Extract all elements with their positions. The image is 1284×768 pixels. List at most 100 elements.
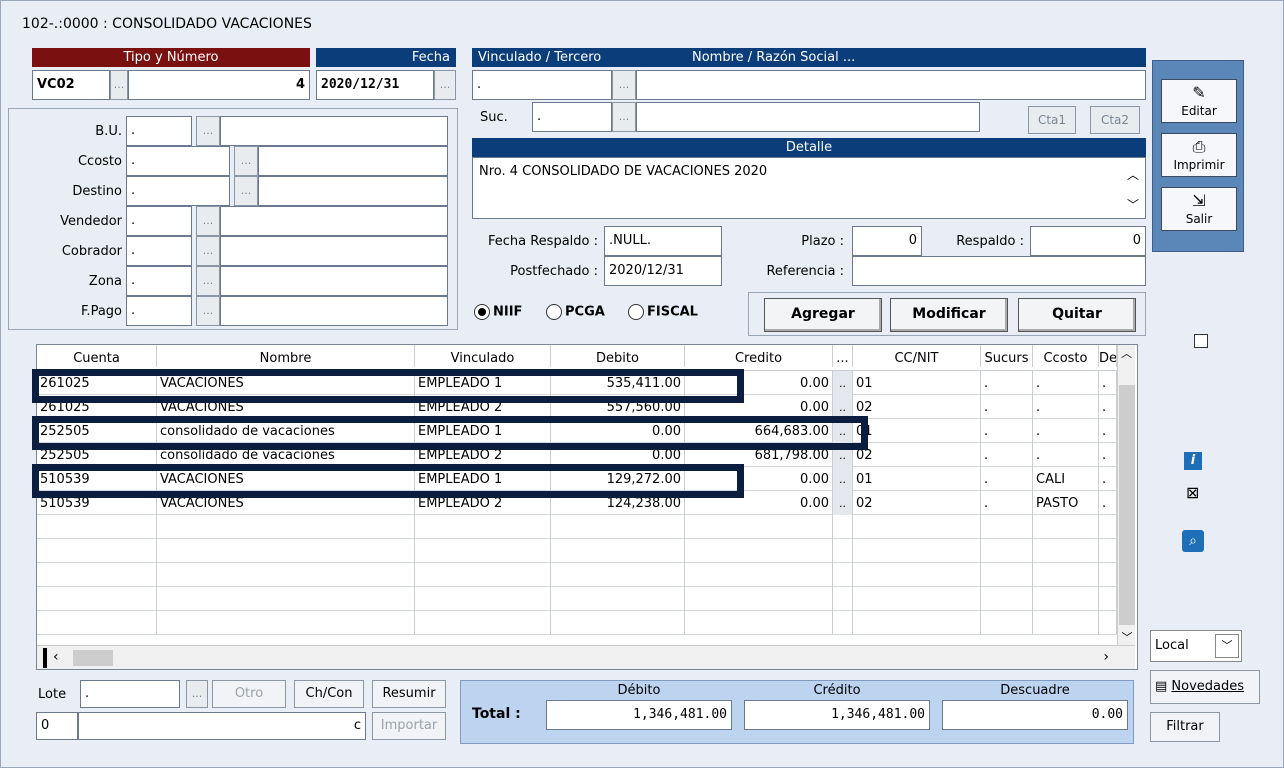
cobrador-field[interactable]: .: [126, 236, 192, 266]
cell-vinculado[interactable]: EMPLEADO 2: [415, 443, 551, 467]
empty-cell[interactable]: [685, 611, 833, 635]
vendedor-lookup-button[interactable]: ...: [196, 206, 220, 236]
editar-button[interactable]: ✎ Editar: [1161, 79, 1237, 123]
plazo-field[interactable]: 0: [852, 226, 922, 256]
col-cuenta[interactable]: Cuenta: [37, 345, 157, 367]
empty-cell[interactable]: [37, 611, 157, 635]
fecha-picker-button[interactable]: ...: [434, 70, 456, 100]
cell-nombre[interactable]: VACACIONES: [157, 395, 415, 419]
respaldo-field[interactable]: 0: [1030, 226, 1146, 256]
vendedor-description-field[interactable]: [220, 206, 448, 236]
empty-cell[interactable]: [1099, 587, 1117, 611]
empty-cell[interactable]: [551, 515, 685, 539]
empty-cell[interactable]: [981, 611, 1033, 635]
cell-ccosto[interactable]: PASTO: [1033, 491, 1099, 515]
agregar-button[interactable]: Agregar: [764, 298, 882, 332]
b-u-field[interactable]: .: [126, 116, 192, 146]
resumir-button[interactable]: Resumir: [372, 680, 446, 708]
cell-vinculado[interactable]: EMPLEADO 2: [415, 395, 551, 419]
tipo-lookup-button[interactable]: ...: [110, 70, 128, 100]
cell-nombre[interactable]: VACACIONES: [157, 491, 415, 515]
empty-cell[interactable]: [1099, 611, 1117, 635]
zona-description-field[interactable]: [220, 266, 448, 296]
empty-cell[interactable]: [551, 587, 685, 611]
cell-ccosto[interactable]: .: [1033, 371, 1099, 395]
table-row[interactable]: 252505 consolidado de vacaciones EMPLEADO …: [37, 419, 1135, 443]
empty-cell[interactable]: [685, 515, 833, 539]
empty-cell[interactable]: [1099, 515, 1117, 539]
count-field[interactable]: 0: [36, 712, 78, 740]
cell-ccnit[interactable]: 01: [853, 419, 981, 443]
empty-cell[interactable]: [1033, 515, 1099, 539]
fecha-field[interactable]: 2020/12/31: [316, 70, 434, 100]
table-row[interactable]: 252505 consolidado de vacaciones EMPLEADO …: [37, 443, 1135, 467]
vinculado-lookup-button[interactable]: ...: [612, 70, 636, 100]
scroll-up-icon[interactable]: ︿: [1118, 345, 1135, 361]
suc-name-field[interactable]: [636, 102, 980, 132]
cobrador-description-field[interactable]: [220, 236, 448, 266]
empty-cell[interactable]: [1033, 611, 1099, 635]
table-row[interactable]: [37, 539, 1135, 563]
empty-cell[interactable]: [685, 587, 833, 611]
empty-cell[interactable]: [37, 587, 157, 611]
table-row[interactable]: [37, 587, 1135, 611]
destino-description-field[interactable]: [258, 176, 448, 206]
cell-sucurs[interactable]: .: [981, 371, 1033, 395]
postfechado-field[interactable]: 2020/12/31: [604, 256, 722, 286]
empty-cell[interactable]: [415, 539, 551, 563]
lote-lookup-button[interactable]: ...: [186, 680, 208, 708]
empty-cell[interactable]: [1099, 539, 1117, 563]
empty-cell[interactable]: [833, 611, 853, 635]
cell-de[interactable]: .: [1099, 395, 1117, 419]
table-row[interactable]: [37, 515, 1135, 539]
cell-nombre[interactable]: VACACIONES: [157, 467, 415, 491]
empty-cell[interactable]: [833, 587, 853, 611]
cell-ccnit[interactable]: 01: [853, 467, 981, 491]
importar-button[interactable]: Importar: [372, 712, 446, 740]
cell-vinculado[interactable]: EMPLEADO 1: [415, 371, 551, 395]
col-de[interactable]: De: [1099, 345, 1117, 367]
cell-sucurs[interactable]: .: [981, 443, 1033, 467]
close-box-icon[interactable]: ⊠: [1186, 483, 1199, 502]
vertical-scrollbar[interactable]: ︿ ﹀: [1117, 345, 1135, 645]
empty-cell[interactable]: [1033, 563, 1099, 587]
empty-cell[interactable]: [685, 539, 833, 563]
cell-credito[interactable]: 681,798.00: [685, 443, 833, 467]
cell-ccnit[interactable]: 02: [853, 491, 981, 515]
cell-nombre[interactable]: VACACIONES: [157, 371, 415, 395]
cell-credito[interactable]: 0.00: [685, 491, 833, 515]
f-pago-lookup-button[interactable]: ...: [196, 296, 220, 326]
scrollbar-thumb[interactable]: [1119, 385, 1135, 625]
table-row[interactable]: 261025 VACACIONES EMPLEADO 2 557,560.00 0.00…: [37, 395, 1135, 419]
f-pago-description-field[interactable]: [220, 296, 448, 326]
table-row[interactable]: [37, 611, 1135, 635]
empty-cell[interactable]: [853, 539, 981, 563]
empty-cell[interactable]: [415, 587, 551, 611]
table-row[interactable]: [37, 563, 1135, 587]
empty-cell[interactable]: [37, 563, 157, 587]
row-lookup-button[interactable]: ..: [833, 371, 853, 395]
cell-de[interactable]: .: [1099, 419, 1117, 443]
otro-button[interactable]: Otro: [212, 680, 286, 708]
cell-cuenta[interactable]: 510539: [37, 491, 157, 515]
empty-cell[interactable]: [157, 611, 415, 635]
empty-cell[interactable]: [415, 515, 551, 539]
imprimir-button[interactable]: ⎙ Imprimir: [1161, 133, 1237, 177]
cta2-button[interactable]: Cta2: [1090, 106, 1140, 134]
cell-nombre[interactable]: consolidado de vacaciones: [157, 419, 415, 443]
cell-debito[interactable]: 535,411.00: [551, 371, 685, 395]
empty-cell[interactable]: [853, 563, 981, 587]
fiscal-radio[interactable]: FISCAL: [628, 304, 698, 320]
row-lookup-button[interactable]: ..: [833, 419, 853, 443]
cell-sucurs[interactable]: .: [981, 419, 1033, 443]
cell-ccosto[interactable]: CALI: [1033, 467, 1099, 491]
b-u-description-field[interactable]: [220, 116, 448, 146]
cell-sucurs[interactable]: .: [981, 467, 1033, 491]
empty-cell[interactable]: [685, 563, 833, 587]
checkbox-icon[interactable]: [1194, 334, 1208, 348]
cell-credito[interactable]: 664,683.00: [685, 419, 833, 443]
cell-ccosto[interactable]: .: [1033, 395, 1099, 419]
empty-cell[interactable]: [853, 515, 981, 539]
modificar-button[interactable]: Modificar: [890, 298, 1008, 332]
vendedor-field[interactable]: .: [126, 206, 192, 236]
